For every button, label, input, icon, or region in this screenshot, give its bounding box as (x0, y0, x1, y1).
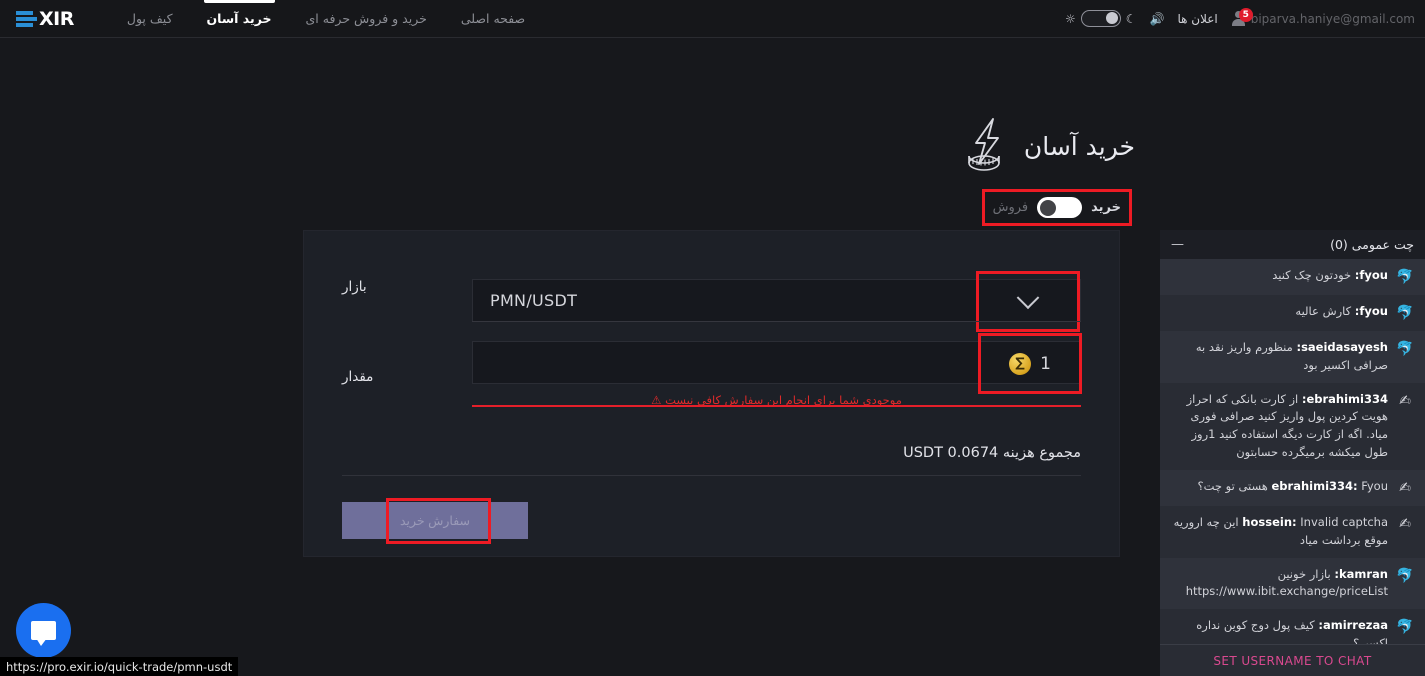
page-title-text: خرید آسان (1023, 131, 1135, 161)
total-cost-row: مجموع هزینه 0.0674 USDT (304, 442, 1119, 461)
chat-message-user: fyou (1359, 268, 1388, 282)
chat-message-user: ebrahimi334 (1306, 391, 1388, 406)
chat-header: چت عمومی (0) — (1160, 230, 1425, 259)
dolphin-icon: 🐬 (1396, 305, 1414, 321)
buy-sell-switch[interactable] (1037, 197, 1083, 218)
chat-message-text: ebrahimi334: از کارت بانکی که احراز هویت… (1186, 391, 1388, 460)
user-menu[interactable]: 5 biparva.haniye@gmail.com (1231, 8, 1415, 26)
page-title: خرید آسان (958, 116, 1135, 176)
nav-tab-home[interactable]: صفحه اصلی (444, 0, 542, 38)
chat-message-text: kamran: بازار خونین https://www.ibit.exc… (1185, 566, 1388, 599)
nav-right-cluster: ☼ ☾ 🔊 اعلان ها 5 biparva.haniye@gmail.co… (1065, 8, 1425, 27)
support-chat-button[interactable] (16, 603, 71, 658)
dolphin-icon: 🐬 (1396, 619, 1414, 636)
list-item: ✍ hossein: Invalid captcha این چه اروریه… (1160, 506, 1425, 558)
app-root: XIR کیف پول خرید آسان خرید و فروش حرفه ا… (0, 0, 1425, 676)
speaker-icon[interactable]: 🔊 (1150, 12, 1165, 26)
list-item: 🐬 fyou: کارش عالیه (1160, 295, 1425, 331)
set-username-button[interactable]: SET USERNAME TO CHAT (1213, 654, 1371, 668)
chat-message-user: kamran (1338, 566, 1388, 581)
public-chat-panel: چت عمومی (0) — 🐬 fyou: خودتون چک کنید 🐬 … (1160, 230, 1425, 676)
dolphin-icon: 🐬 (1396, 269, 1414, 285)
exir-logo[interactable]: XIR (16, 8, 74, 30)
chevron-down-icon (1016, 285, 1040, 309)
list-item: ✍ ebrahimi334: Fyou هستی تو چت؟ (1160, 469, 1425, 506)
buy-label[interactable]: خرید (1091, 200, 1121, 215)
chat-message-text: fyou: کارش عالیه (1295, 304, 1388, 318)
list-item: 🐬 saeidasayesh: منظورم واریز نقد به صراف… (1160, 331, 1425, 383)
submit-row: سفارش خرید (342, 498, 1081, 544)
notification-badge: 5 (1238, 8, 1253, 22)
user-email: biparva.haniye@gmail.com (1250, 11, 1415, 26)
hand-icon: ✍ (1399, 515, 1411, 532)
total-cost-text: مجموع هزینه 0.0674 USDT (903, 445, 1081, 461)
theme-toggle[interactable]: ☼ ☾ (1065, 10, 1137, 27)
chat-message-user: amirrezaa (1322, 618, 1388, 633)
sun-icon: ☼ (1064, 11, 1076, 26)
buy-order-button[interactable]: سفارش خرید (342, 502, 528, 539)
chat-bubble-icon (31, 621, 56, 646)
notifications-label[interactable]: اعلان ها (1177, 12, 1217, 26)
amount-value: 1 (1040, 353, 1051, 374)
market-select[interactable]: PMN/USDT (472, 271, 1081, 332)
dolphin-icon: 🐬 (1396, 567, 1414, 584)
card-divider (342, 475, 1081, 476)
quick-trade-card: PMN/USDT بازار 1 ∑ موجودی شما برای انجام… (303, 230, 1120, 557)
chat-message-user: ebrahimi334 (1271, 478, 1354, 493)
chat-message-user: hossein (1242, 514, 1293, 529)
dolphin-icon: 🐬 (1396, 341, 1414, 357)
chat-title: چت عمومی (0) (1330, 237, 1414, 252)
buy-sell-toggle-highlight[interactable]: خرید فروش (981, 189, 1132, 226)
chat-message-user: fyou (1359, 304, 1388, 318)
market-value: PMN/USDT (490, 291, 578, 310)
sell-label[interactable]: فروش (993, 200, 1029, 215)
amount-input-highlight[interactable]: 1 ∑ (978, 333, 1082, 394)
nav-tab-pro-trade-label: خرید و فروش حرفه ای (305, 11, 427, 26)
market-underline (472, 321, 1081, 322)
browser-status-bar: https://pro.exir.io/quick-trade/pmn-usdt (0, 657, 239, 676)
buy-sell-toggle-wrapper: خرید فروش (981, 189, 1132, 226)
market-label: بازار (342, 279, 367, 295)
pmn-coin-icon: ∑ (1009, 352, 1032, 375)
hand-icon: ✍ (1399, 392, 1411, 409)
list-item: ✍ ebrahimi334: از کارت بانکی که احراز هو… (1160, 383, 1425, 470)
lightning-coin-icon (968, 118, 1000, 171)
nav-tab-wallet-label: کیف پول (126, 11, 173, 26)
amount-label: مقدار (342, 369, 374, 385)
market-field-column: PMN/USDT (434, 271, 1119, 332)
chat-message-text: amirrezaa: کیف پول دوج کوین نداره اکسیر؟ (1196, 618, 1388, 644)
chat-message-text: ebrahimi334: Fyou هستی تو چت؟ (1197, 478, 1389, 493)
amount-field-column: 1 ∑ موجودی شما برای انجام این سفارش کافی… (434, 333, 1119, 407)
list-item: 🐬 fyou: خودتون چک کنید (1160, 259, 1425, 295)
status-bar-url: https://pro.exir.io/quick-trade/pmn-usdt (6, 659, 233, 674)
nav-tab-quick-trade-label: خرید آسان (206, 11, 272, 26)
nav-tab-home-label: صفحه اصلی (460, 11, 526, 26)
chat-message-text: saeidasayesh: منظورم واریز نقد به صرافی … (1195, 340, 1388, 372)
chat-message-text: fyou: خودتون چک کنید (1272, 268, 1388, 282)
moon-icon: ☾ (1125, 11, 1137, 26)
logo-text: XIR (39, 7, 74, 30)
buy-sell-switch-knob (1040, 199, 1057, 216)
market-dropdown-highlight[interactable] (976, 271, 1080, 332)
nav-tabs: کیف پول خرید آسان خرید و فروش حرفه ای صف… (110, 0, 542, 38)
chat-message-text: hossein: Invalid captcha این چه اروریه م… (1173, 514, 1388, 547)
list-item: 🐬 kamran: بازار خونین https://www.ibit.e… (1160, 557, 1425, 610)
theme-toggle-knob (1105, 12, 1118, 24)
nav-tab-pro-trade[interactable]: خرید و فروش حرفه ای (289, 0, 444, 38)
market-row: PMN/USDT بازار (304, 271, 1119, 332)
chat-footer: SET USERNAME TO CHAT (1160, 644, 1425, 676)
hand-icon: ✍ (1399, 479, 1411, 496)
amount-row: 1 ∑ موجودی شما برای انجام این سفارش کافی… (304, 333, 1119, 407)
amount-input[interactable]: 1 ∑ (472, 333, 1082, 394)
nav-tab-wallet[interactable]: کیف پول (110, 0, 190, 38)
amount-underline-error (472, 405, 1081, 407)
theme-toggle-track[interactable] (1080, 10, 1121, 27)
list-item: 🐬 amirrezaa: کیف پول دوج کوین نداره اکسی… (1160, 609, 1425, 644)
chat-message-list[interactable]: 🐬 fyou: خودتون چک کنید 🐬 fyou: کارش عالی… (1160, 259, 1425, 644)
nav-tab-quick-trade[interactable]: خرید آسان (190, 0, 289, 38)
logo-mark-icon (16, 10, 37, 27)
minimize-icon[interactable]: — (1171, 238, 1184, 251)
top-navigation-bar: XIR کیف پول خرید آسان خرید و فروش حرفه ا… (0, 0, 1425, 38)
chat-message-user: saeidasayesh (1301, 340, 1388, 354)
